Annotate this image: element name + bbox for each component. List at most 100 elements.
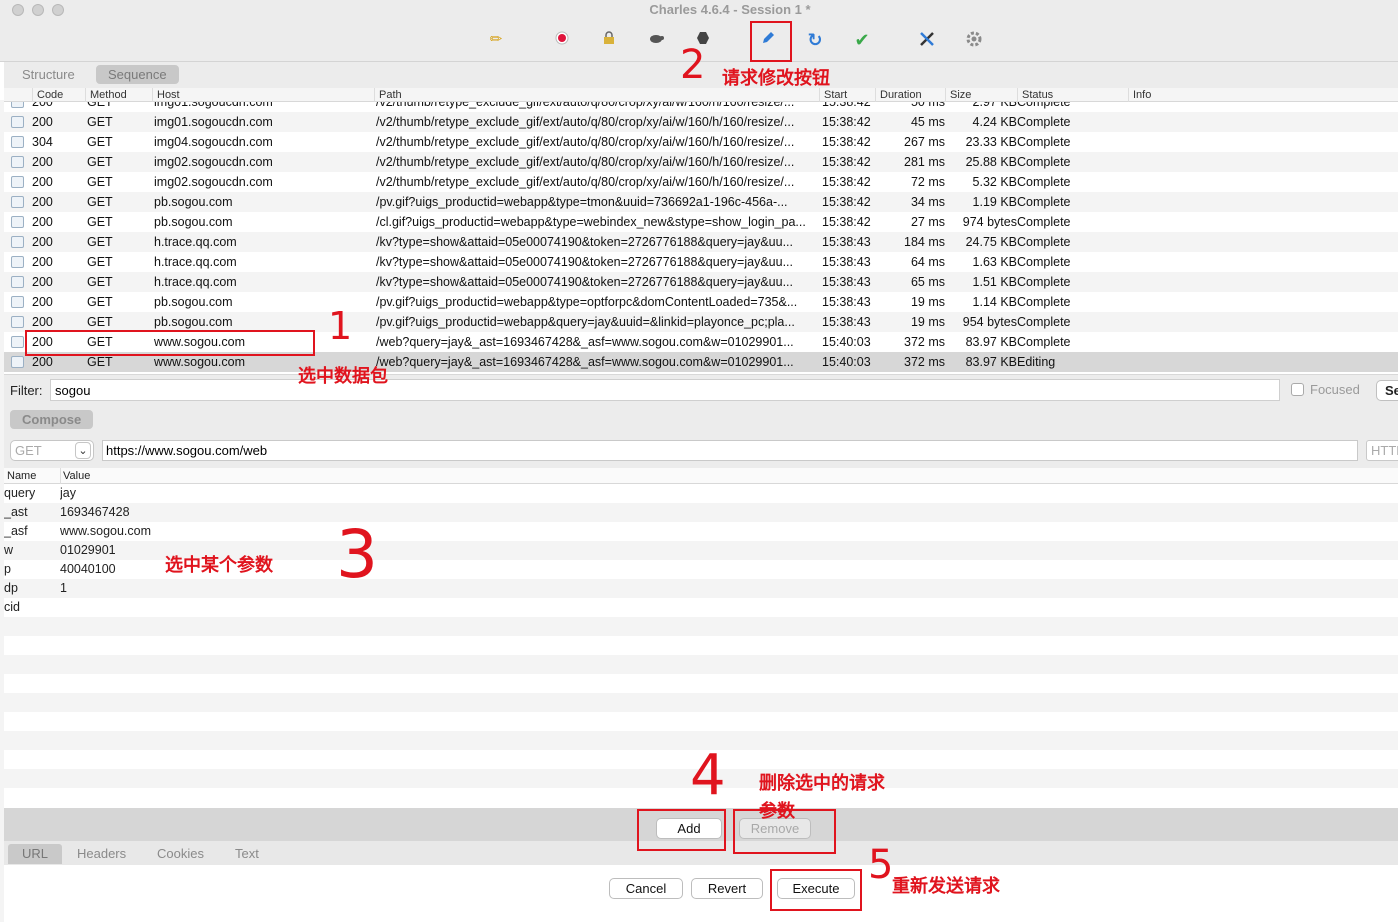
param-name[interactable]: cid	[4, 598, 20, 617]
tab-headers[interactable]: Headers	[63, 844, 140, 864]
cell-duration: 34 ms	[910, 195, 945, 209]
tab-cookies[interactable]: Cookies	[143, 844, 218, 864]
cell-start: 15:40:03	[822, 355, 871, 369]
table-row[interactable]: 200 GET h.trace.qq.com/kv?type=show&attaid…	[4, 232, 1398, 252]
param-value[interactable]: 1	[60, 579, 67, 598]
cell-path: /cl.gif?uigs_productid=webapp&type=webin…	[376, 215, 806, 229]
table-row[interactable]: 200 GET pb.sogou.com/pv.gif?uigs_productid…	[4, 292, 1398, 312]
revert-button[interactable]: Revert	[691, 878, 763, 899]
param-value[interactable]: www.sogou.com	[60, 522, 151, 541]
param-name-header[interactable]: Name	[7, 468, 36, 484]
tab-compose[interactable]: Compose	[10, 410, 94, 429]
annotation-box-selected-row	[25, 330, 315, 356]
param-value[interactable]: 1693467428	[60, 503, 130, 522]
param-name[interactable]: _ast	[4, 503, 28, 522]
cell-status: Complete	[1017, 255, 1071, 269]
param-value[interactable]: jay	[60, 484, 76, 503]
cell-method: GET	[87, 215, 113, 229]
param-value[interactable]: 01029901	[60, 541, 116, 560]
cell-path: /v2/thumb/retype_exclude_gif/ext/auto/q/…	[376, 155, 795, 169]
filter-input[interactable]	[50, 379, 1280, 401]
cell-host: img01.sogoucdn.com	[154, 102, 273, 109]
param-row[interactable]: _asf www.sogou.com	[4, 522, 1398, 541]
param-name[interactable]: p	[4, 560, 11, 579]
param-name[interactable]: query	[4, 484, 35, 503]
table-row[interactable]: 200 GET h.trace.qq.com/kv?type=show&attaid…	[4, 252, 1398, 272]
cell-status: Complete	[1017, 315, 1071, 329]
table-row[interactable]: 200 GET img02.sogoucdn.com/v2/thumb/retype…	[4, 172, 1398, 192]
protocol-field[interactable]: HTTP	[1366, 440, 1398, 461]
cell-duration: 372 ms	[904, 335, 945, 349]
column-header-size[interactable]: Size	[945, 88, 971, 102]
param-row[interactable]: _ast 1693467428	[4, 503, 1398, 522]
param-row[interactable]: query jay	[4, 484, 1398, 503]
gear-icon[interactable]	[964, 30, 984, 50]
cell-status: Complete	[1017, 102, 1071, 109]
table-row[interactable]: 304 GET img04.sogoucdn.com/v2/thumb/retype…	[4, 132, 1398, 152]
param-name[interactable]: w	[4, 541, 13, 560]
chevron-down-icon[interactable]: ⌄	[75, 442, 91, 459]
table-row[interactable]: 200 GET img02.sogoucdn.com/v2/thumb/retype…	[4, 152, 1398, 172]
lock-icon[interactable]	[599, 30, 619, 50]
cell-method: GET	[87, 295, 113, 309]
column-header-path[interactable]: Path	[374, 88, 402, 102]
refresh-icon[interactable]: ↻	[805, 30, 825, 50]
column-header-status[interactable]: Status	[1017, 88, 1053, 102]
filter-settings-button[interactable]: Se	[1376, 380, 1398, 401]
focused-checkbox[interactable]	[1291, 383, 1304, 396]
cancel-button[interactable]: Cancel	[609, 878, 683, 899]
empty-param-row[interactable]	[4, 655, 1398, 674]
empty-param-row[interactable]	[4, 693, 1398, 712]
param-row[interactable]: cid	[4, 598, 1398, 617]
record-icon[interactable]	[552, 30, 572, 50]
cell-status: Complete	[1017, 155, 1071, 169]
annotation-step5-text: 重新发送请求	[892, 876, 1000, 897]
empty-param-row[interactable]	[4, 712, 1398, 731]
table-row[interactable]: 200 GET img01.sogoucdn.com/v2/thumb/retype…	[4, 112, 1398, 132]
turtle-icon[interactable]	[646, 30, 666, 50]
broom-icon[interactable]: ✏	[486, 30, 506, 50]
table-row[interactable]: 200 GET pb.sogou.com/cl.gif?uigs_productid…	[4, 212, 1398, 232]
table-row[interactable]: 200 GET img01.sogoucdn.com/v2/thumb/retype…	[4, 102, 1398, 112]
table-row[interactable]: 200 GET pb.sogou.com/pv.gif?uigs_productid…	[4, 312, 1398, 332]
method-select[interactable]: GET ⌄	[10, 440, 94, 461]
cell-path: /pv.gif?uigs_productid=webapp&query=jay&…	[376, 315, 795, 329]
column-header-info[interactable]: Info	[1128, 88, 1151, 102]
cell-duration: 72 ms	[910, 175, 945, 189]
cell-status: Complete	[1017, 215, 1071, 229]
column-header-code[interactable]: Code	[32, 88, 63, 102]
column-header-host[interactable]: Host	[152, 88, 180, 102]
param-name[interactable]: dp	[4, 579, 18, 598]
column-header-duration[interactable]: Duration	[875, 88, 922, 102]
empty-param-row[interactable]	[4, 674, 1398, 693]
empty-param-row[interactable]	[4, 636, 1398, 655]
param-value-header[interactable]: Value	[60, 468, 90, 484]
tab-sequence[interactable]: Sequence	[96, 65, 179, 84]
column-header-method[interactable]: Method	[85, 88, 127, 102]
request-type-icon	[11, 176, 24, 188]
table-row[interactable]: 200 GET pb.sogou.com/pv.gif?uigs_productid…	[4, 192, 1398, 212]
tab-structure[interactable]: Structure	[10, 65, 87, 84]
cell-start: 15:38:42	[822, 215, 871, 229]
cell-code: 200	[32, 155, 53, 169]
empty-param-row[interactable]	[4, 617, 1398, 636]
tab-url[interactable]: URL	[8, 844, 63, 864]
column-header-start[interactable]: Start	[819, 88, 847, 102]
table-row[interactable]: 200 GET h.trace.qq.com/kv?type=show&attaid…	[4, 272, 1398, 292]
cell-path: /web?query=jay&_ast=1693467428&_asf=www.…	[376, 355, 794, 369]
check-icon[interactable]: ✔	[852, 30, 872, 50]
cell-start: 15:38:43	[822, 295, 871, 309]
tab-text[interactable]: Text	[221, 844, 273, 864]
cell-method: GET	[87, 275, 113, 289]
request-type-icon	[11, 196, 24, 208]
param-name[interactable]: _asf	[4, 522, 28, 541]
param-value[interactable]: 40040100	[60, 560, 116, 579]
url-input[interactable]	[102, 440, 1358, 461]
method-value: GET	[15, 443, 42, 458]
param-row[interactable]: dp 1	[4, 579, 1398, 598]
cell-status: Editing	[1017, 355, 1056, 369]
tools-icon[interactable]	[917, 30, 937, 50]
request-type-icon	[11, 136, 24, 148]
cell-size: 24.75 KB	[965, 235, 1017, 249]
cell-status: Complete	[1017, 135, 1071, 149]
